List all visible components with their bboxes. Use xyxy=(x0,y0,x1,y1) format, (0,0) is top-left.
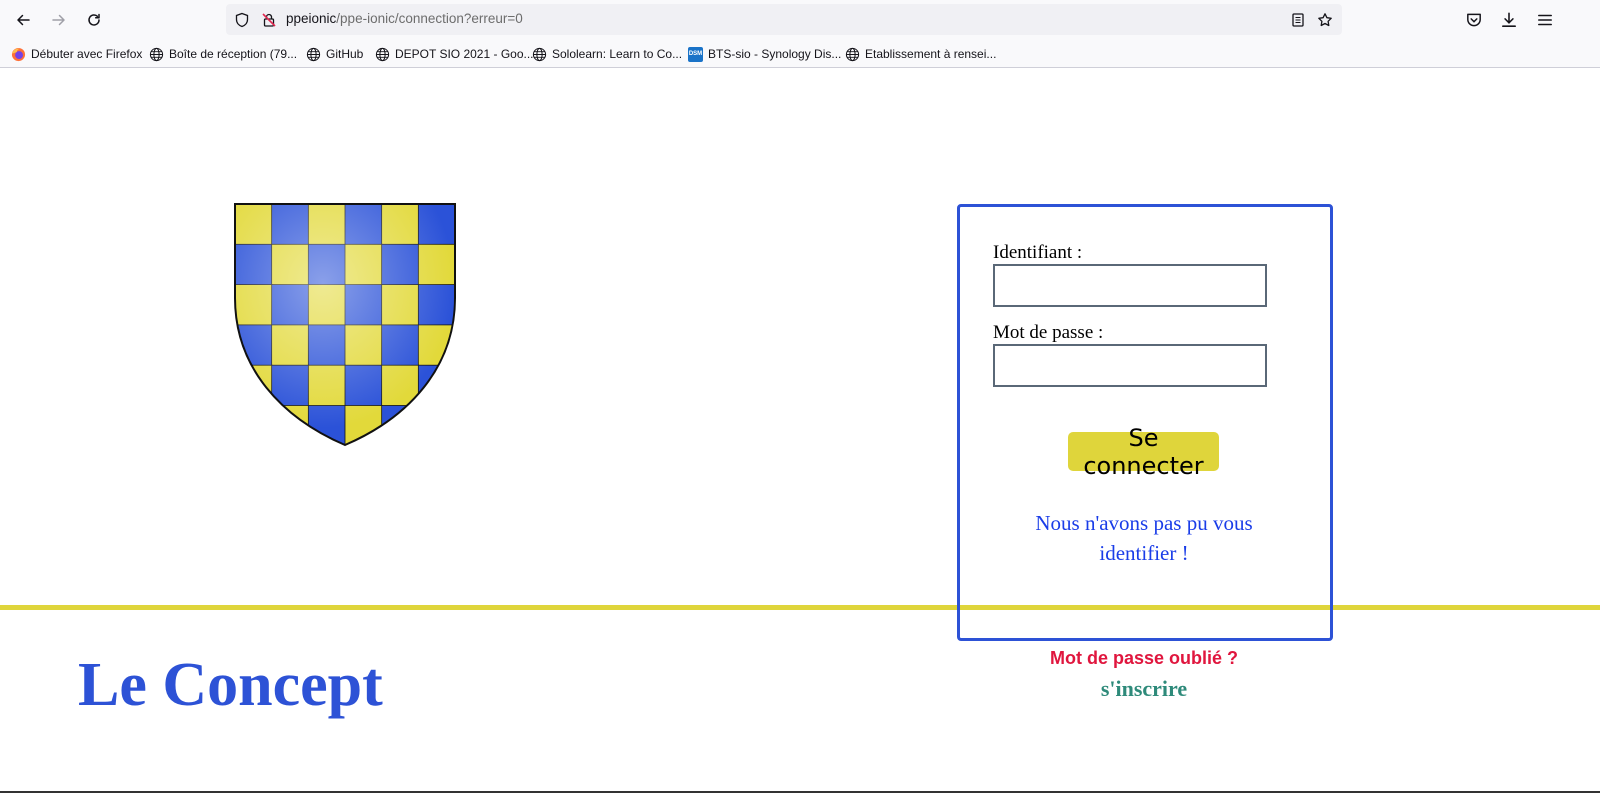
url-host: ppeionic xyxy=(286,11,337,26)
bookmark-label: Débuter avec Firefox xyxy=(31,47,143,61)
bookmark-label: Sololearn: Learn to Co... xyxy=(552,47,683,61)
globe-icon xyxy=(149,47,164,61)
url-bar[interactable]: ppeionic/ppe-ionic/connection?erreur=0 xyxy=(226,4,1342,35)
password-input[interactable] xyxy=(993,344,1267,387)
divider-line xyxy=(0,605,1600,610)
bookmark-item[interactable]: Sololearn: Learn to Co... xyxy=(532,45,682,63)
bookmark-item[interactable]: DEPOT SIO 2021 - Goo... xyxy=(375,45,534,63)
firefox-icon xyxy=(11,47,26,61)
bookmark-label: BTS-sio - Synology Dis... xyxy=(708,47,842,61)
username-input[interactable] xyxy=(993,264,1267,307)
signup-link[interactable]: s'inscrire xyxy=(1000,676,1288,702)
url-text[interactable]: ppeionic/ppe-ionic/connection?erreur=0 xyxy=(286,11,523,26)
shield-icon[interactable] xyxy=(234,12,250,28)
download-icon[interactable] xyxy=(1500,11,1518,29)
bookmark-label: Etablissement à rensei... xyxy=(865,47,997,61)
bookmark-item[interactable]: GitHub xyxy=(306,45,363,63)
bookmark-star-icon[interactable] xyxy=(1317,12,1333,28)
url-path: /ppe-ionic/connection?erreur=0 xyxy=(336,11,523,26)
reader-view-icon[interactable] xyxy=(1290,12,1306,28)
reload-icon[interactable] xyxy=(80,8,108,32)
globe-icon xyxy=(375,47,390,61)
dsm-icon: DSM xyxy=(688,46,703,62)
username-label: Identifiant : xyxy=(993,242,1083,263)
bookmark-label: DEPOT SIO 2021 - Goo... xyxy=(395,47,534,61)
bookmark-label: Boîte de réception (79... xyxy=(169,47,298,61)
bookmark-item[interactable]: Débuter avec Firefox xyxy=(11,45,142,63)
coat-of-arms-logo xyxy=(234,203,456,447)
back-arrow-icon[interactable] xyxy=(9,8,37,32)
error-message: Nous n'avons pas pu vous identifier ! xyxy=(1035,511,1253,565)
browser-toolbar: ppeionic/ppe-ionic/connection?erreur=0 xyxy=(0,0,1600,40)
bookmark-item[interactable]: Etablissement à rensei... xyxy=(845,45,996,63)
password-label: Mot de passe : xyxy=(993,322,1104,343)
bookmark-item[interactable]: Boîte de réception (79... xyxy=(149,45,297,63)
globe-icon xyxy=(532,47,547,61)
forward-arrow-icon[interactable] xyxy=(45,8,73,32)
globe-icon xyxy=(845,47,860,61)
page-bottom-border xyxy=(0,791,1600,793)
pocket-icon[interactable] xyxy=(1465,11,1483,29)
page-title: Le Concept xyxy=(78,651,383,719)
globe-icon xyxy=(306,47,321,61)
forgot-password-link[interactable]: Mot de passe oublié ? xyxy=(1000,648,1288,669)
bookmarks-toolbar: Débuter avec Firefox Boîte de réception … xyxy=(0,40,1600,68)
bookmark-item[interactable]: DSM BTS-sio - Synology Dis... xyxy=(688,45,841,63)
login-button[interactable]: Se connecter xyxy=(1068,424,1219,480)
menu-icon[interactable] xyxy=(1536,11,1554,29)
insecure-lock-icon[interactable] xyxy=(261,12,277,28)
bookmark-label: GitHub xyxy=(326,47,364,61)
